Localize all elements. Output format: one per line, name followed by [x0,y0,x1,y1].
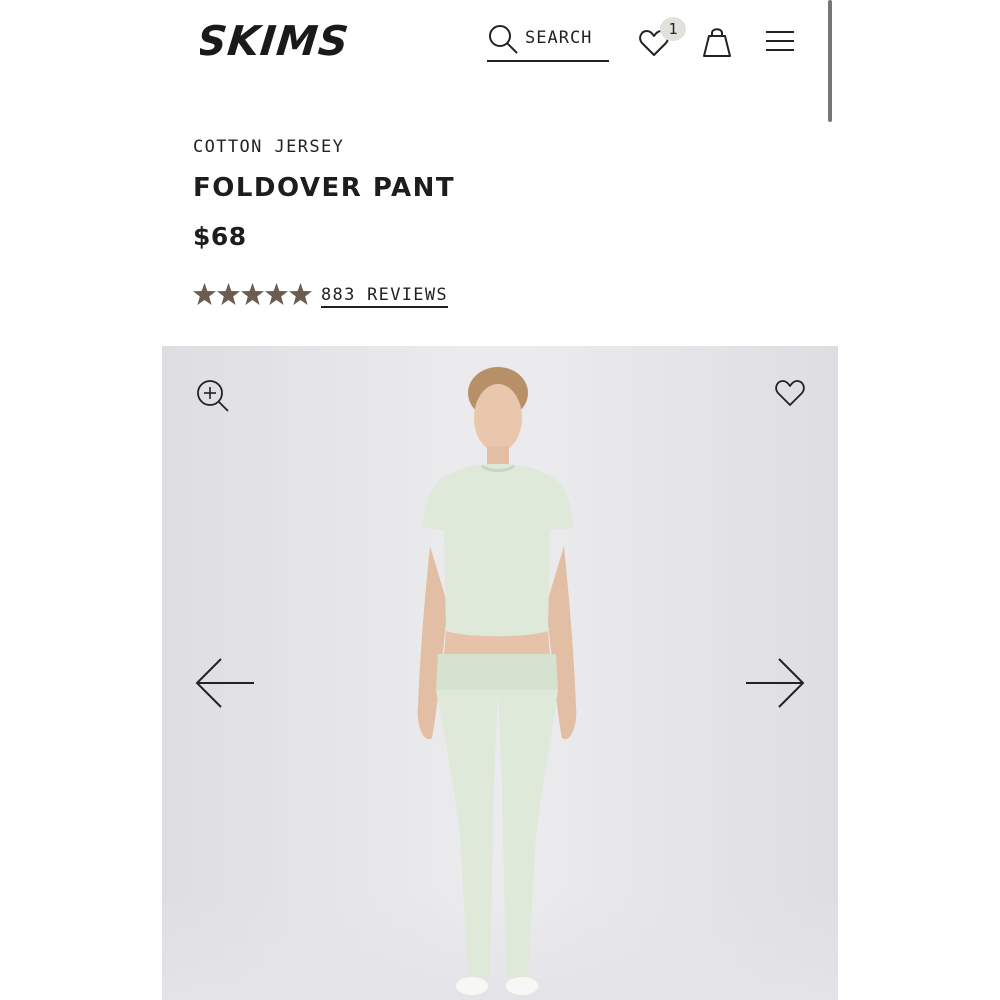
rating-stars[interactable] [193,283,312,307]
product-title: FOLDOVER PANT [193,173,456,203]
reviews-link[interactable]: 883 REVIEWS [321,285,448,308]
star-icon [217,283,240,305]
product-category[interactable]: COTTON JERSEY [193,137,344,157]
zoom-in-icon[interactable] [196,379,230,413]
shopping-bag-icon[interactable] [702,25,732,59]
search-icon [489,25,518,54]
star-icon [193,283,216,305]
product-image-gallery[interactable] [162,346,838,1000]
skims-logo[interactable]: SKIMS [195,14,356,66]
wishlist-count-badge: 1 [660,17,686,41]
star-icon [265,283,288,305]
favorite-heart-icon[interactable] [774,378,806,408]
search-label: SEARCH [525,28,593,48]
logo-text: SKIMS [200,17,352,65]
scrollbar[interactable] [828,0,832,122]
hamburger-menu-icon[interactable] [764,28,796,54]
product-photo-model [417,367,577,995]
arrow-right-icon[interactable] [744,657,806,709]
arrow-left-icon[interactable] [194,657,256,709]
product-price: $68 [193,222,247,251]
star-icon [289,283,312,305]
star-icon [241,283,264,305]
search-bar[interactable]: SEARCH [487,22,609,62]
